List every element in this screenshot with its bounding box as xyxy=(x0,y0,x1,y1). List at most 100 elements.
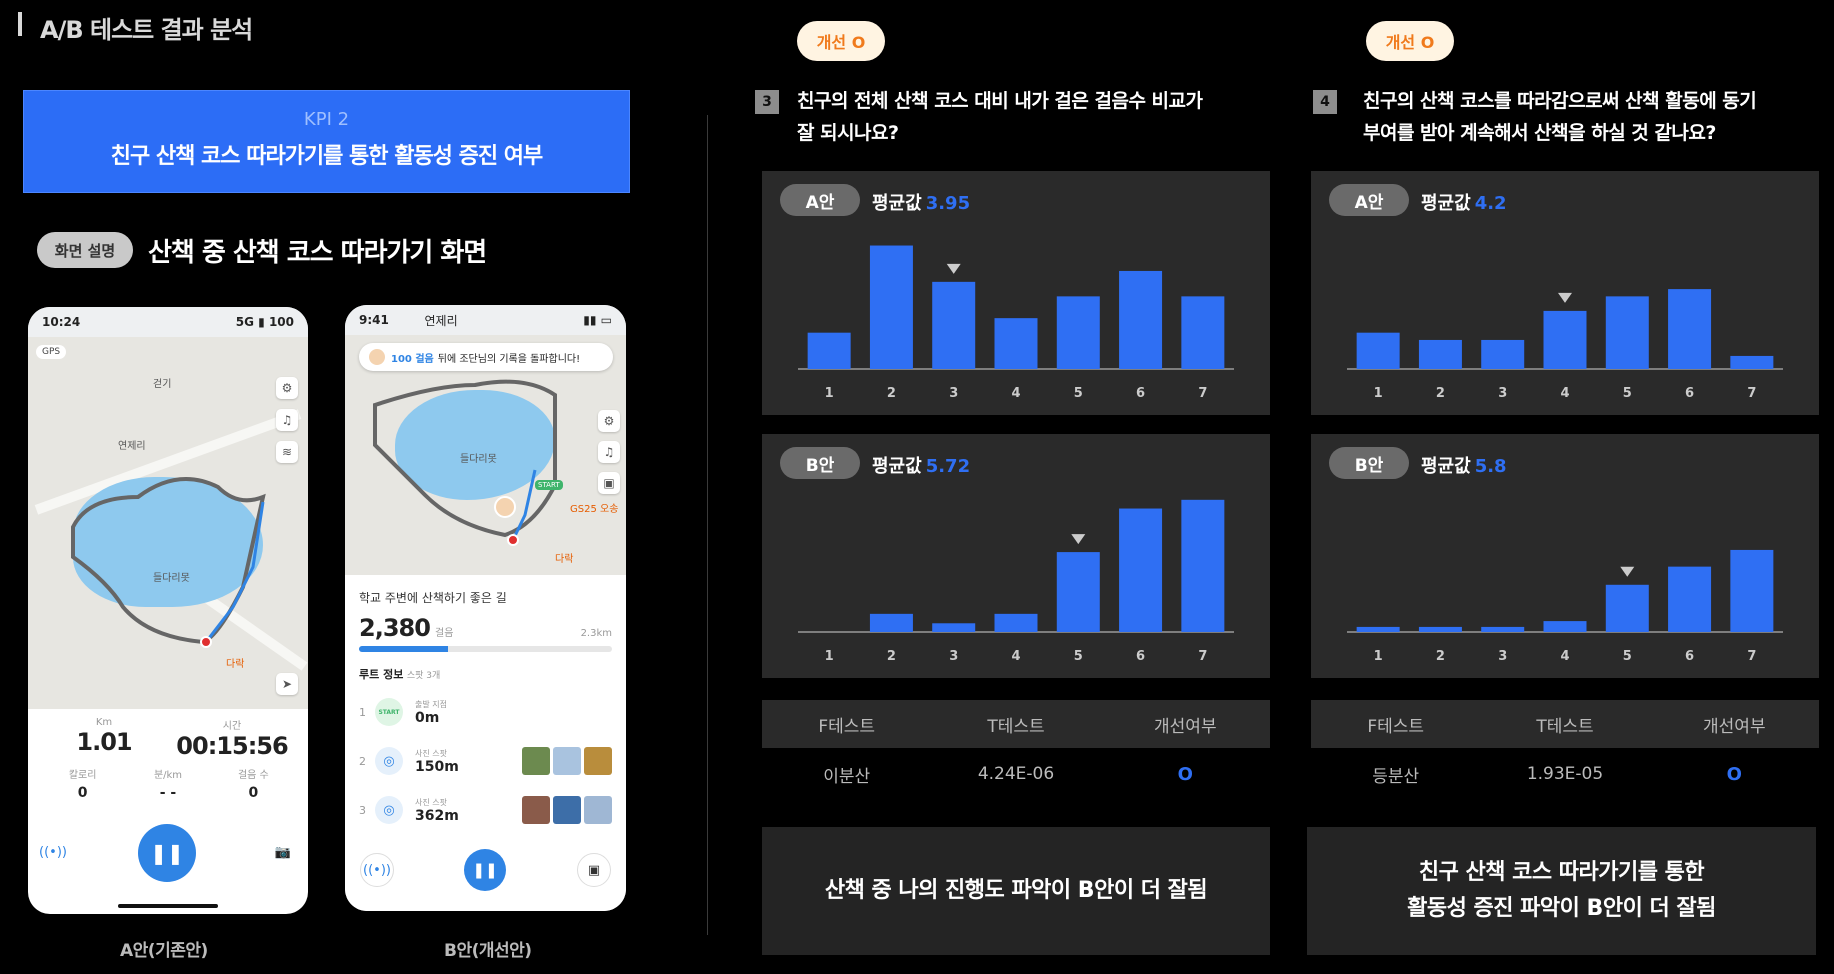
bar-7 xyxy=(1730,549,1774,632)
bar-4 xyxy=(1543,621,1587,632)
time-stat: 시간 00:15:56 xyxy=(176,721,288,760)
status-signal: 5G ▮ 100 xyxy=(235,315,294,329)
bar-6 xyxy=(1119,270,1163,369)
phone-a-mockup: 10:24 5G ▮ 100 GPS 걷기 연제리 들다리못 다락 ⚙ ♫ ≋ … xyxy=(28,307,308,914)
map-view[interactable]: GPS 걷기 연제리 들다리못 다락 ⚙ ♫ ≋ ➤ xyxy=(28,337,308,709)
tick-label: 3 xyxy=(1498,649,1507,664)
tick-label: 7 xyxy=(1747,386,1756,401)
location-label: 연제리 xyxy=(424,313,458,328)
route-item[interactable]: 1 START 출발 지점 0m xyxy=(359,692,612,732)
route-path xyxy=(71,477,266,648)
route-info-header: 루트 정보 스팟 3개 xyxy=(359,668,441,681)
camera-icon[interactable]: 📷 xyxy=(266,835,300,869)
bar-2 xyxy=(1418,339,1462,369)
calorie-stat: 칼로리 0 xyxy=(68,770,97,801)
chart-q3-a: A안 평균값 3.95 1234567 xyxy=(762,171,1270,415)
table-row: 이분산 4.24E-06 O xyxy=(823,763,1193,787)
bar-6 xyxy=(1668,289,1712,369)
section-divider xyxy=(707,115,708,935)
bar-5 xyxy=(1056,552,1100,632)
route-item[interactable]: 2 ◎ 사진 스팟 150m xyxy=(359,732,612,790)
mean-marker xyxy=(1071,534,1086,545)
pace-stat: 분/km - - xyxy=(153,770,183,801)
tick-label: 1 xyxy=(1374,649,1383,664)
kpi-label: KPI 2 xyxy=(303,109,350,130)
tick-label: 1 xyxy=(825,386,834,401)
banner-steps: 100 걸음 xyxy=(391,353,434,365)
broadcast-icon[interactable]: ((•)) xyxy=(360,853,394,887)
bar-chart: 1 2 3 4 5 6 7 xyxy=(1347,549,1783,664)
table-row: 등분산 1.93E-05 O xyxy=(1372,763,1742,787)
spot-photo xyxy=(553,747,581,775)
tick-label: 2 xyxy=(1436,386,1445,401)
page-title: A/B 테스트 결과 분석 xyxy=(40,16,253,44)
bar-3 xyxy=(1481,339,1525,369)
layers-icon[interactable]: ≋ xyxy=(276,441,298,463)
bar-7 xyxy=(1181,296,1225,369)
table-header: F테스트 T테스트 개선여부 xyxy=(1311,700,1819,748)
title-accent-bar xyxy=(18,12,22,36)
bar-1 xyxy=(1356,626,1400,632)
spot-photo xyxy=(584,796,612,824)
question-number: 4 xyxy=(1313,90,1337,114)
step-count: 2,380 xyxy=(359,614,431,642)
pause-button[interactable]: ❚❚ xyxy=(464,849,506,891)
map-label: 연제리 xyxy=(118,441,146,452)
map-view[interactable]: 100 걸음 뒤에 조단님의 기록을 돌파합니다! 들다리못 GS25 오송 다… xyxy=(345,335,626,575)
tick-label: 4 xyxy=(1011,649,1020,664)
banner-text: 뒤에 조단님의 기록을 돌파합니다! xyxy=(437,353,581,365)
tick-label: 7 xyxy=(1198,386,1207,401)
bar-6 xyxy=(1119,508,1163,632)
bar-5 xyxy=(1056,296,1100,369)
music-icon[interactable]: ♫ xyxy=(276,409,298,431)
screen-description-pill: 화면 설명 xyxy=(37,232,133,268)
tick-label: 5 xyxy=(1623,649,1632,664)
camera-icon: ◎ xyxy=(375,796,403,824)
spot-photo xyxy=(522,796,550,824)
step-unit: 걸음 xyxy=(435,628,454,639)
phone-a-caption: A안(기존안) xyxy=(120,941,208,961)
bar-2 xyxy=(1418,626,1462,632)
progress-fill xyxy=(359,646,448,652)
phone-b-mockup: 9:41 연제리 ▮▮ ▭ 100 걸음 뒤에 조단님의 기록을 돌파합니다! … xyxy=(345,305,626,911)
bar-4 xyxy=(994,613,1038,632)
stats-table: F테스트 T테스트 개선여부 이분산 4.24E-06 O xyxy=(762,700,1270,800)
screen-title: 산책 중 산책 코스 따라가기 화면 xyxy=(148,238,487,268)
bar-1 xyxy=(1356,332,1400,369)
record-banner[interactable]: 100 걸음 뒤에 조단님의 기록을 돌파합니다! xyxy=(359,343,613,371)
status-bar: 10:24 5G ▮ 100 xyxy=(28,307,308,337)
steps-stat: 걸음 수0 xyxy=(237,770,269,801)
route-item[interactable]: 3 ◎ 사진 스팟 362m xyxy=(359,790,612,830)
settings-icon[interactable]: ⚙ xyxy=(276,377,298,399)
bar-3 xyxy=(932,623,976,632)
camera-icon[interactable]: ▣ xyxy=(577,853,611,887)
bar-7 xyxy=(1730,355,1774,369)
bar-4 xyxy=(994,318,1038,369)
mean-marker xyxy=(1620,566,1635,577)
map-label: 걷기 xyxy=(153,379,172,390)
tick-label: 1 xyxy=(1374,386,1383,401)
bar-5 xyxy=(1605,584,1649,632)
mean-marker xyxy=(946,263,961,274)
gps-indicator: GPS xyxy=(36,345,67,359)
pause-button[interactable]: ❚❚ xyxy=(138,824,196,882)
tick-label: 6 xyxy=(1136,386,1145,401)
settings-icon[interactable]: ⚙ xyxy=(598,410,620,432)
music-icon[interactable]: ♫ xyxy=(598,441,620,463)
status-time: 10:24 xyxy=(42,315,81,329)
kpi-banner: KPI 2 친구 산책 코스 따라가기를 통한 활동성 증진 여부 xyxy=(23,90,630,193)
bar-5 xyxy=(1605,296,1649,369)
bar-chart: 1 2 3 4 5 6 7 xyxy=(798,245,1234,401)
route-panel: 학교 주변에 산책하기 좋은 길 2,380 걸음 2.3km 루트 정보 스팟… xyxy=(345,575,626,830)
start-badge: START xyxy=(375,698,403,726)
phone-b-caption: B안(개선안) xyxy=(444,941,532,961)
stats-table: F테스트 T테스트 개선여부 등분산 1.93E-05 O xyxy=(1311,700,1819,800)
image-icon[interactable]: ▣ xyxy=(598,472,620,494)
tick-label: 7 xyxy=(1747,649,1756,664)
kpi-text: 친구 산책 코스 따라가기를 통한 활동성 증진 여부 xyxy=(110,144,543,169)
question-text: 친구의 전체 산책 코스 대비 내가 걸은 걸음수 비교가 잘 되시나요? xyxy=(797,90,1203,144)
bar-2 xyxy=(869,245,913,369)
navigate-icon[interactable]: ➤ xyxy=(276,673,298,695)
chart-q4-b: B안 평균값 5.8 1234567 xyxy=(1311,434,1819,678)
broadcast-icon[interactable]: ((•)) xyxy=(36,835,70,869)
